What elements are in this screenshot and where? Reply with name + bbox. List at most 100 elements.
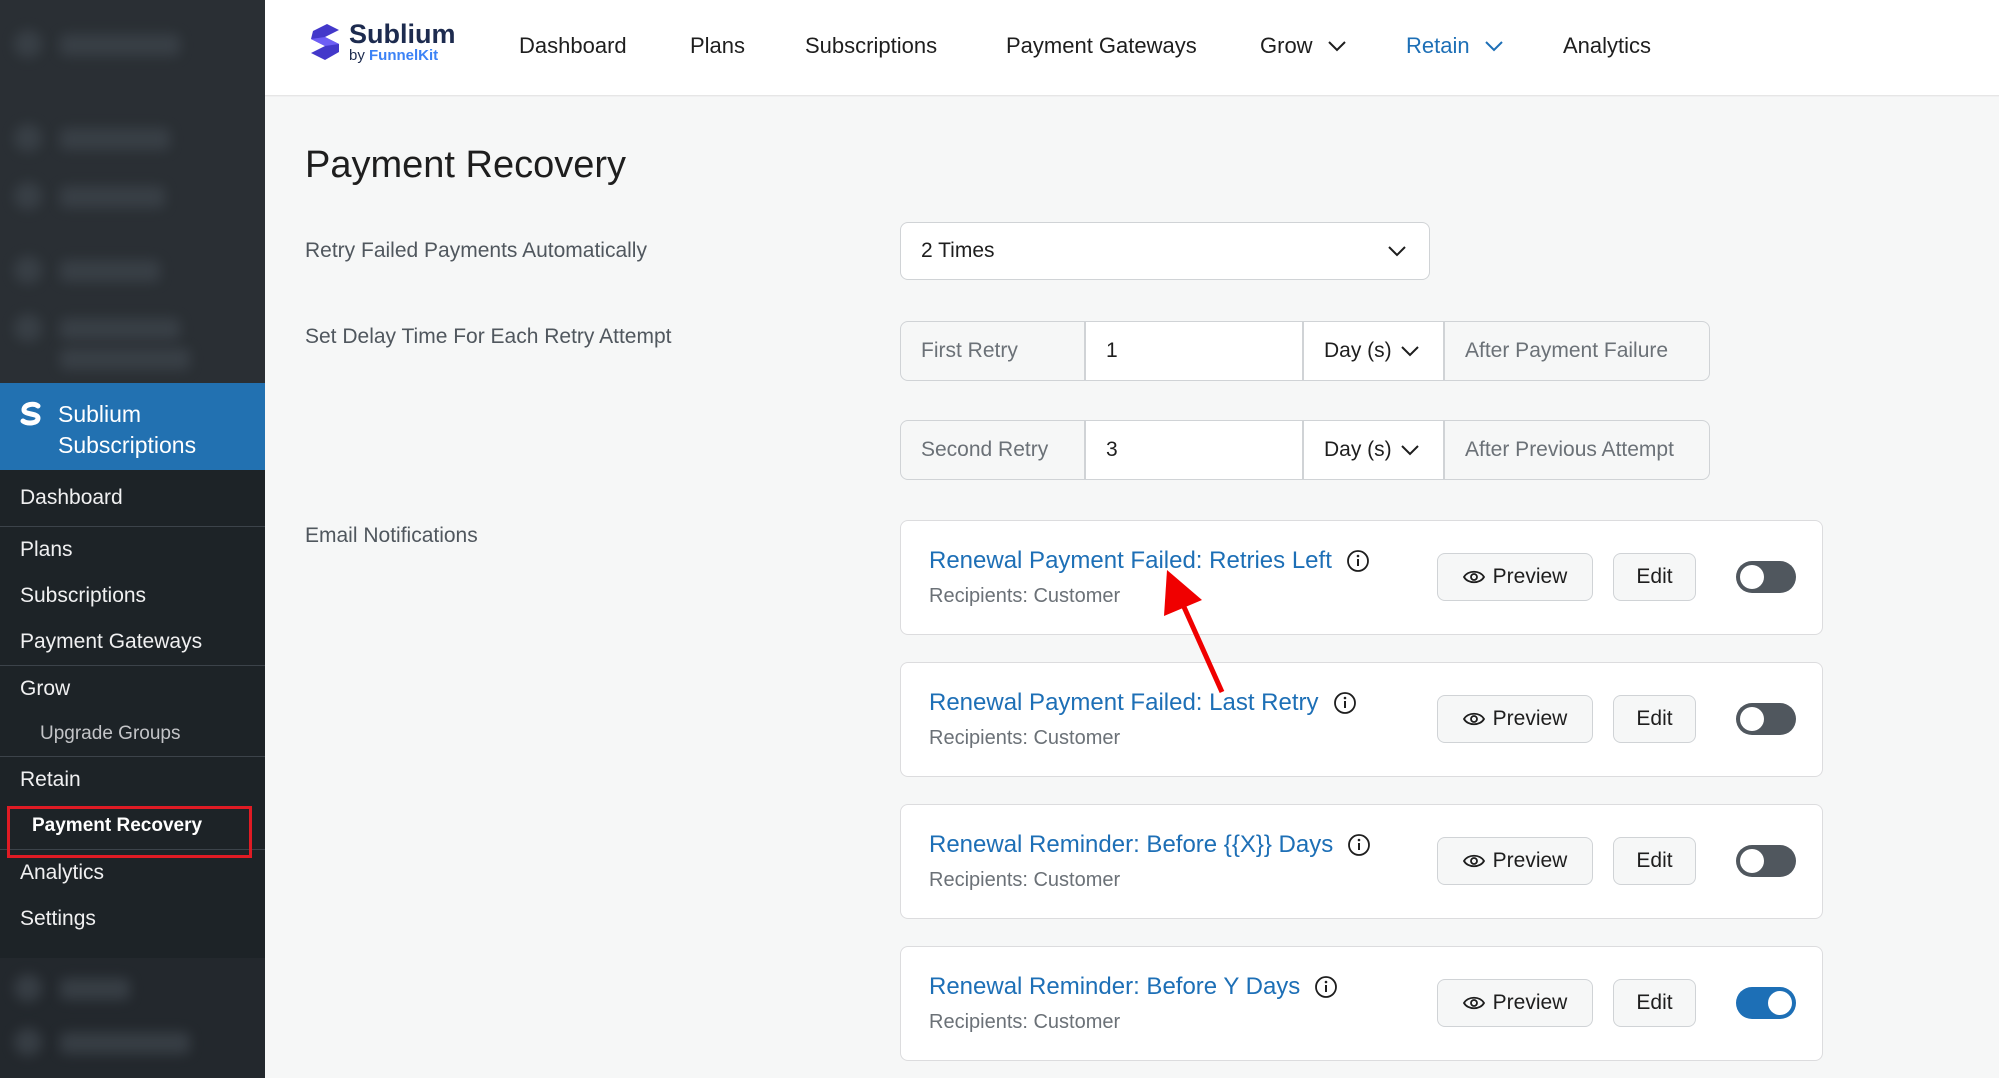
email-title[interactable]: Renewal Reminder: Before {{X}} Days <box>929 831 1371 859</box>
sidebar-item-settings[interactable]: Settings <box>0 896 265 942</box>
blurred-item <box>60 1032 190 1054</box>
chevron-down-icon <box>1388 246 1406 257</box>
retry-unit-value: Day (s) <box>1324 339 1392 362</box>
retry-row-first: First Retry 1 Day (s) After Payment Fail… <box>900 321 1710 381</box>
nav-plans[interactable]: Plans <box>690 33 745 59</box>
blurred-icon <box>14 974 42 1002</box>
blurred-item <box>60 348 190 370</box>
blurred-menu-area-bottom <box>0 958 265 1078</box>
blurred-item <box>60 318 180 340</box>
sublium-logo-icon <box>20 401 41 426</box>
retry-unit-select[interactable]: Day (s) <box>1303 321 1444 381</box>
blurred-icon <box>14 30 42 58</box>
eye-icon <box>1462 712 1485 726</box>
retry-name: Second Retry <box>900 420 1085 480</box>
email-card: Renewal Payment Failed: Last Retry Recip… <box>900 662 1823 777</box>
nav-retain[interactable]: Retain <box>1406 33 1504 59</box>
sidebar-item-plans[interactable]: Plans <box>0 527 265 573</box>
blurred-item <box>60 186 165 208</box>
sublium-logo[interactable]: Sublium by FunnelKit <box>307 20 456 64</box>
page-title: Payment Recovery <box>305 144 627 186</box>
nav-analytics[interactable]: Analytics <box>1563 33 1651 59</box>
email-recipients: Recipients: Customer <box>929 1011 1121 1033</box>
delay-label: Set Delay Time For Each Retry Attempt <box>305 325 672 348</box>
blurred-icon <box>14 124 42 152</box>
retry-unit-select[interactable]: Day (s) <box>1303 420 1444 480</box>
preview-button[interactable]: Preview <box>1437 837 1593 885</box>
chevron-down-icon <box>1484 41 1503 52</box>
nav-grow-label: Grow <box>1260 33 1313 58</box>
retry-unit-value: Day (s) <box>1324 438 1392 461</box>
sidebar-item-subscriptions[interactable]: Subscriptions <box>0 573 265 619</box>
blurred-item <box>60 34 180 56</box>
blurred-icon <box>14 1028 42 1056</box>
nav-dashboard[interactable]: Dashboard <box>519 33 627 59</box>
admin-sidebar: Sublium Subscriptions Dashboard Plans Su… <box>0 0 265 1078</box>
retry-row-second: Second Retry 3 Day (s) After Previous At… <box>900 420 1710 480</box>
info-icon[interactable] <box>1346 549 1370 573</box>
sidebar-item-retain[interactable]: Retain <box>0 757 265 803</box>
retry-delay-input[interactable]: 3 <box>1085 420 1303 480</box>
sidebar-brand-label: Sublium Subscriptions <box>58 401 197 458</box>
chevron-down-icon <box>1400 346 1419 357</box>
chevron-down-icon <box>1327 41 1346 52</box>
email-card: Renewal Reminder: Before Y Days Recipien… <box>900 946 1823 1061</box>
eye-icon <box>1462 570 1485 584</box>
sidebar-item-dashboard[interactable]: Dashboard <box>0 470 265 526</box>
nav-retain-label: Retain <box>1406 33 1470 58</box>
retry-delay-input[interactable]: 1 <box>1085 321 1303 381</box>
retry-suffix: After Payment Failure <box>1444 321 1710 381</box>
retry-count-value: 2 Times <box>921 239 995 262</box>
email-card: Renewal Reminder: Before {{X}} Days Reci… <box>900 804 1823 919</box>
preview-button[interactable]: Preview <box>1437 695 1593 743</box>
red-arrow-annotation <box>1164 570 1225 694</box>
blurred-icon <box>14 256 42 284</box>
retry-suffix: After Previous Attempt <box>1444 420 1710 480</box>
retry-name: First Retry <box>900 321 1085 381</box>
preview-button[interactable]: Preview <box>1437 979 1593 1027</box>
email-recipients: Recipients: Customer <box>929 727 1121 749</box>
chevron-down-icon <box>1400 445 1419 456</box>
main-content: Payment Recovery Retry Failed Payments A… <box>265 97 1999 1078</box>
sidebar-brand-sublium[interactable]: Sublium Subscriptions <box>0 383 265 470</box>
email-toggle[interactable] <box>1736 987 1796 1019</box>
blurred-icon <box>14 314 42 342</box>
info-icon[interactable] <box>1314 975 1338 999</box>
edit-button[interactable]: Edit <box>1613 695 1696 743</box>
logo-name: Sublium <box>349 19 456 49</box>
top-header: Sublium by FunnelKit Dashboard Plans Sub… <box>265 0 1999 96</box>
email-toggle[interactable] <box>1736 845 1796 877</box>
edit-button[interactable]: Edit <box>1613 553 1696 601</box>
sidebar-item-upgrade-groups[interactable]: Upgrade Groups <box>0 712 265 756</box>
email-toggle[interactable] <box>1736 561 1796 593</box>
email-toggle[interactable] <box>1736 703 1796 735</box>
blurred-item <box>60 260 160 282</box>
email-notifications-label: Email Notifications <box>305 524 478 547</box>
sublium-logo-icon <box>311 24 339 60</box>
email-card: Renewal Payment Failed: Retries Left Rec… <box>900 520 1823 635</box>
email-title[interactable]: Renewal Payment Failed: Last Retry <box>929 689 1357 717</box>
sidebar-submenu: Dashboard Plans Subscriptions Payment Ga… <box>0 470 265 942</box>
email-recipients: Recipients: Customer <box>929 585 1121 607</box>
edit-button[interactable]: Edit <box>1613 837 1696 885</box>
blurred-item <box>60 978 130 1000</box>
nav-subscriptions[interactable]: Subscriptions <box>805 33 937 59</box>
sidebar-item-grow[interactable]: Grow <box>0 666 265 712</box>
info-icon[interactable] <box>1333 691 1357 715</box>
retry-count-select[interactable]: 2 Times <box>900 222 1430 280</box>
retry-label: Retry Failed Payments Automatically <box>305 239 647 262</box>
preview-button[interactable]: Preview <box>1437 553 1593 601</box>
blurred-icon <box>14 182 42 210</box>
nav-payment-gateways[interactable]: Payment Gateways <box>1006 33 1197 59</box>
highlight-annotation-box <box>7 806 252 858</box>
blurred-menu-area <box>0 0 265 383</box>
edit-button[interactable]: Edit <box>1613 979 1696 1027</box>
info-icon[interactable] <box>1347 833 1371 857</box>
eye-icon <box>1462 854 1485 868</box>
email-title[interactable]: Renewal Reminder: Before Y Days <box>929 973 1338 1001</box>
nav-grow[interactable]: Grow <box>1260 33 1347 59</box>
logo-byline: by FunnelKit <box>349 47 439 64</box>
email-recipients: Recipients: Customer <box>929 869 1121 891</box>
sidebar-item-payment-gateways[interactable]: Payment Gateways <box>0 619 265 665</box>
eye-icon <box>1462 996 1485 1010</box>
